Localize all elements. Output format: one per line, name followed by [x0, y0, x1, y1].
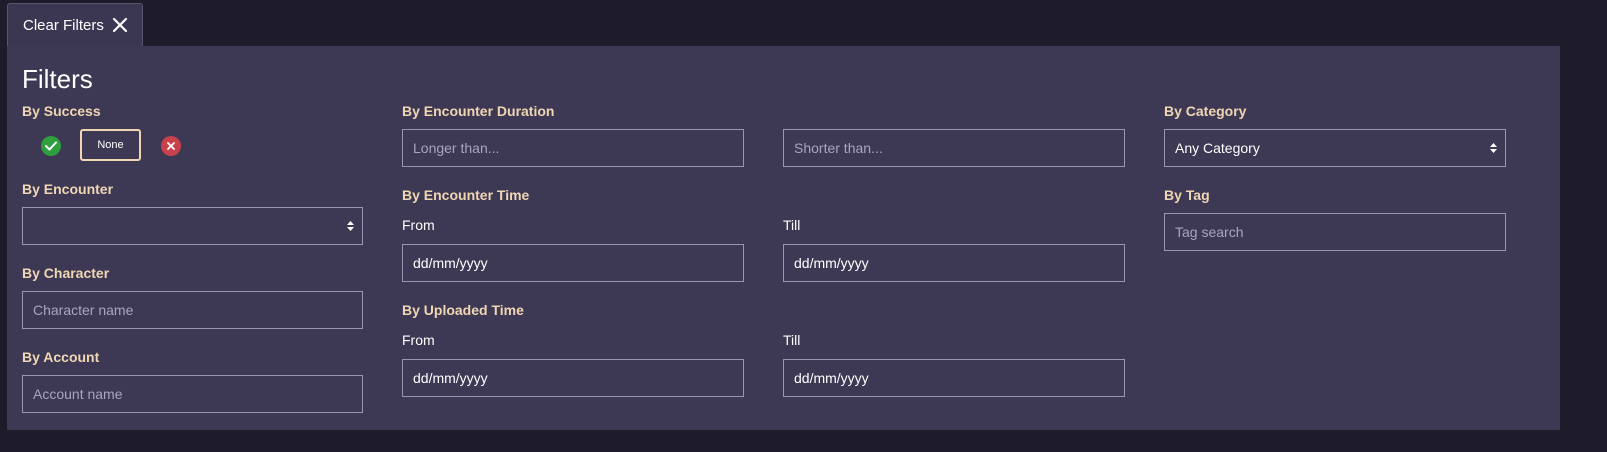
none-label: None	[97, 139, 124, 151]
tag-search-placeholder: Tag search	[1175, 224, 1244, 240]
encounter-time-till-input[interactable]: dd/mm/yyyy	[783, 244, 1125, 282]
encounter-time-from-label: From	[402, 217, 435, 233]
encounter-time-from-value: dd/mm/yyyy	[413, 255, 488, 271]
close-icon[interactable]	[112, 17, 128, 33]
filters-title: Filters	[22, 64, 93, 94]
encounter-time-from-input[interactable]: dd/mm/yyyy	[402, 244, 744, 282]
longer-than-placeholder: Longer than...	[413, 140, 500, 156]
tag-search-input[interactable]: Tag search	[1164, 213, 1506, 251]
category-select[interactable]: Any Category	[1164, 129, 1506, 167]
clear-filters-tab[interactable]: Clear Filters	[7, 3, 143, 46]
encounter-time-till-label: Till	[783, 217, 801, 233]
by-character-label: By Character	[22, 265, 110, 281]
by-encounter-time-label: By Encounter Time	[402, 187, 530, 203]
by-success-label: By Success	[22, 103, 101, 119]
by-uploaded-time-label: By Uploaded Time	[402, 302, 524, 318]
uploaded-time-from-value: dd/mm/yyyy	[413, 370, 488, 386]
category-select-value: Any Category	[1175, 140, 1260, 156]
by-tag-label: By Tag	[1164, 187, 1210, 203]
uploaded-time-from-label: From	[402, 332, 435, 348]
select-arrows-icon	[1490, 143, 1497, 153]
encounter-select[interactable]	[22, 207, 363, 245]
by-account-label: By Account	[22, 349, 100, 365]
account-name-input[interactable]: Account name	[22, 375, 363, 413]
account-name-placeholder: Account name	[33, 386, 123, 402]
check-circle-icon[interactable]	[41, 136, 61, 156]
none-button[interactable]: None	[80, 129, 141, 161]
uploaded-time-till-value: dd/mm/yyyy	[794, 370, 869, 386]
character-name-input[interactable]: Character name	[22, 291, 363, 329]
by-encounter-duration-label: By Encounter Duration	[402, 103, 555, 119]
x-circle-icon[interactable]	[161, 136, 181, 156]
shorter-than-input[interactable]: Shorter than...	[783, 129, 1125, 167]
tab-bar: Clear Filters	[0, 0, 1607, 46]
uploaded-time-till-label: Till	[783, 332, 801, 348]
by-encounter-label: By Encounter	[22, 181, 114, 197]
select-arrows-icon	[347, 221, 354, 231]
uploaded-time-from-input[interactable]: dd/mm/yyyy	[402, 359, 744, 397]
encounter-time-till-value: dd/mm/yyyy	[794, 255, 869, 271]
shorter-than-placeholder: Shorter than...	[794, 140, 883, 156]
by-category-label: By Category	[1164, 103, 1247, 119]
clear-filters-label: Clear Filters	[23, 16, 104, 34]
longer-than-input[interactable]: Longer than...	[402, 129, 744, 167]
uploaded-time-till-input[interactable]: dd/mm/yyyy	[783, 359, 1125, 397]
filters-panel: Filters By Success None By Encounter By …	[7, 46, 1560, 430]
character-name-placeholder: Character name	[33, 302, 134, 318]
